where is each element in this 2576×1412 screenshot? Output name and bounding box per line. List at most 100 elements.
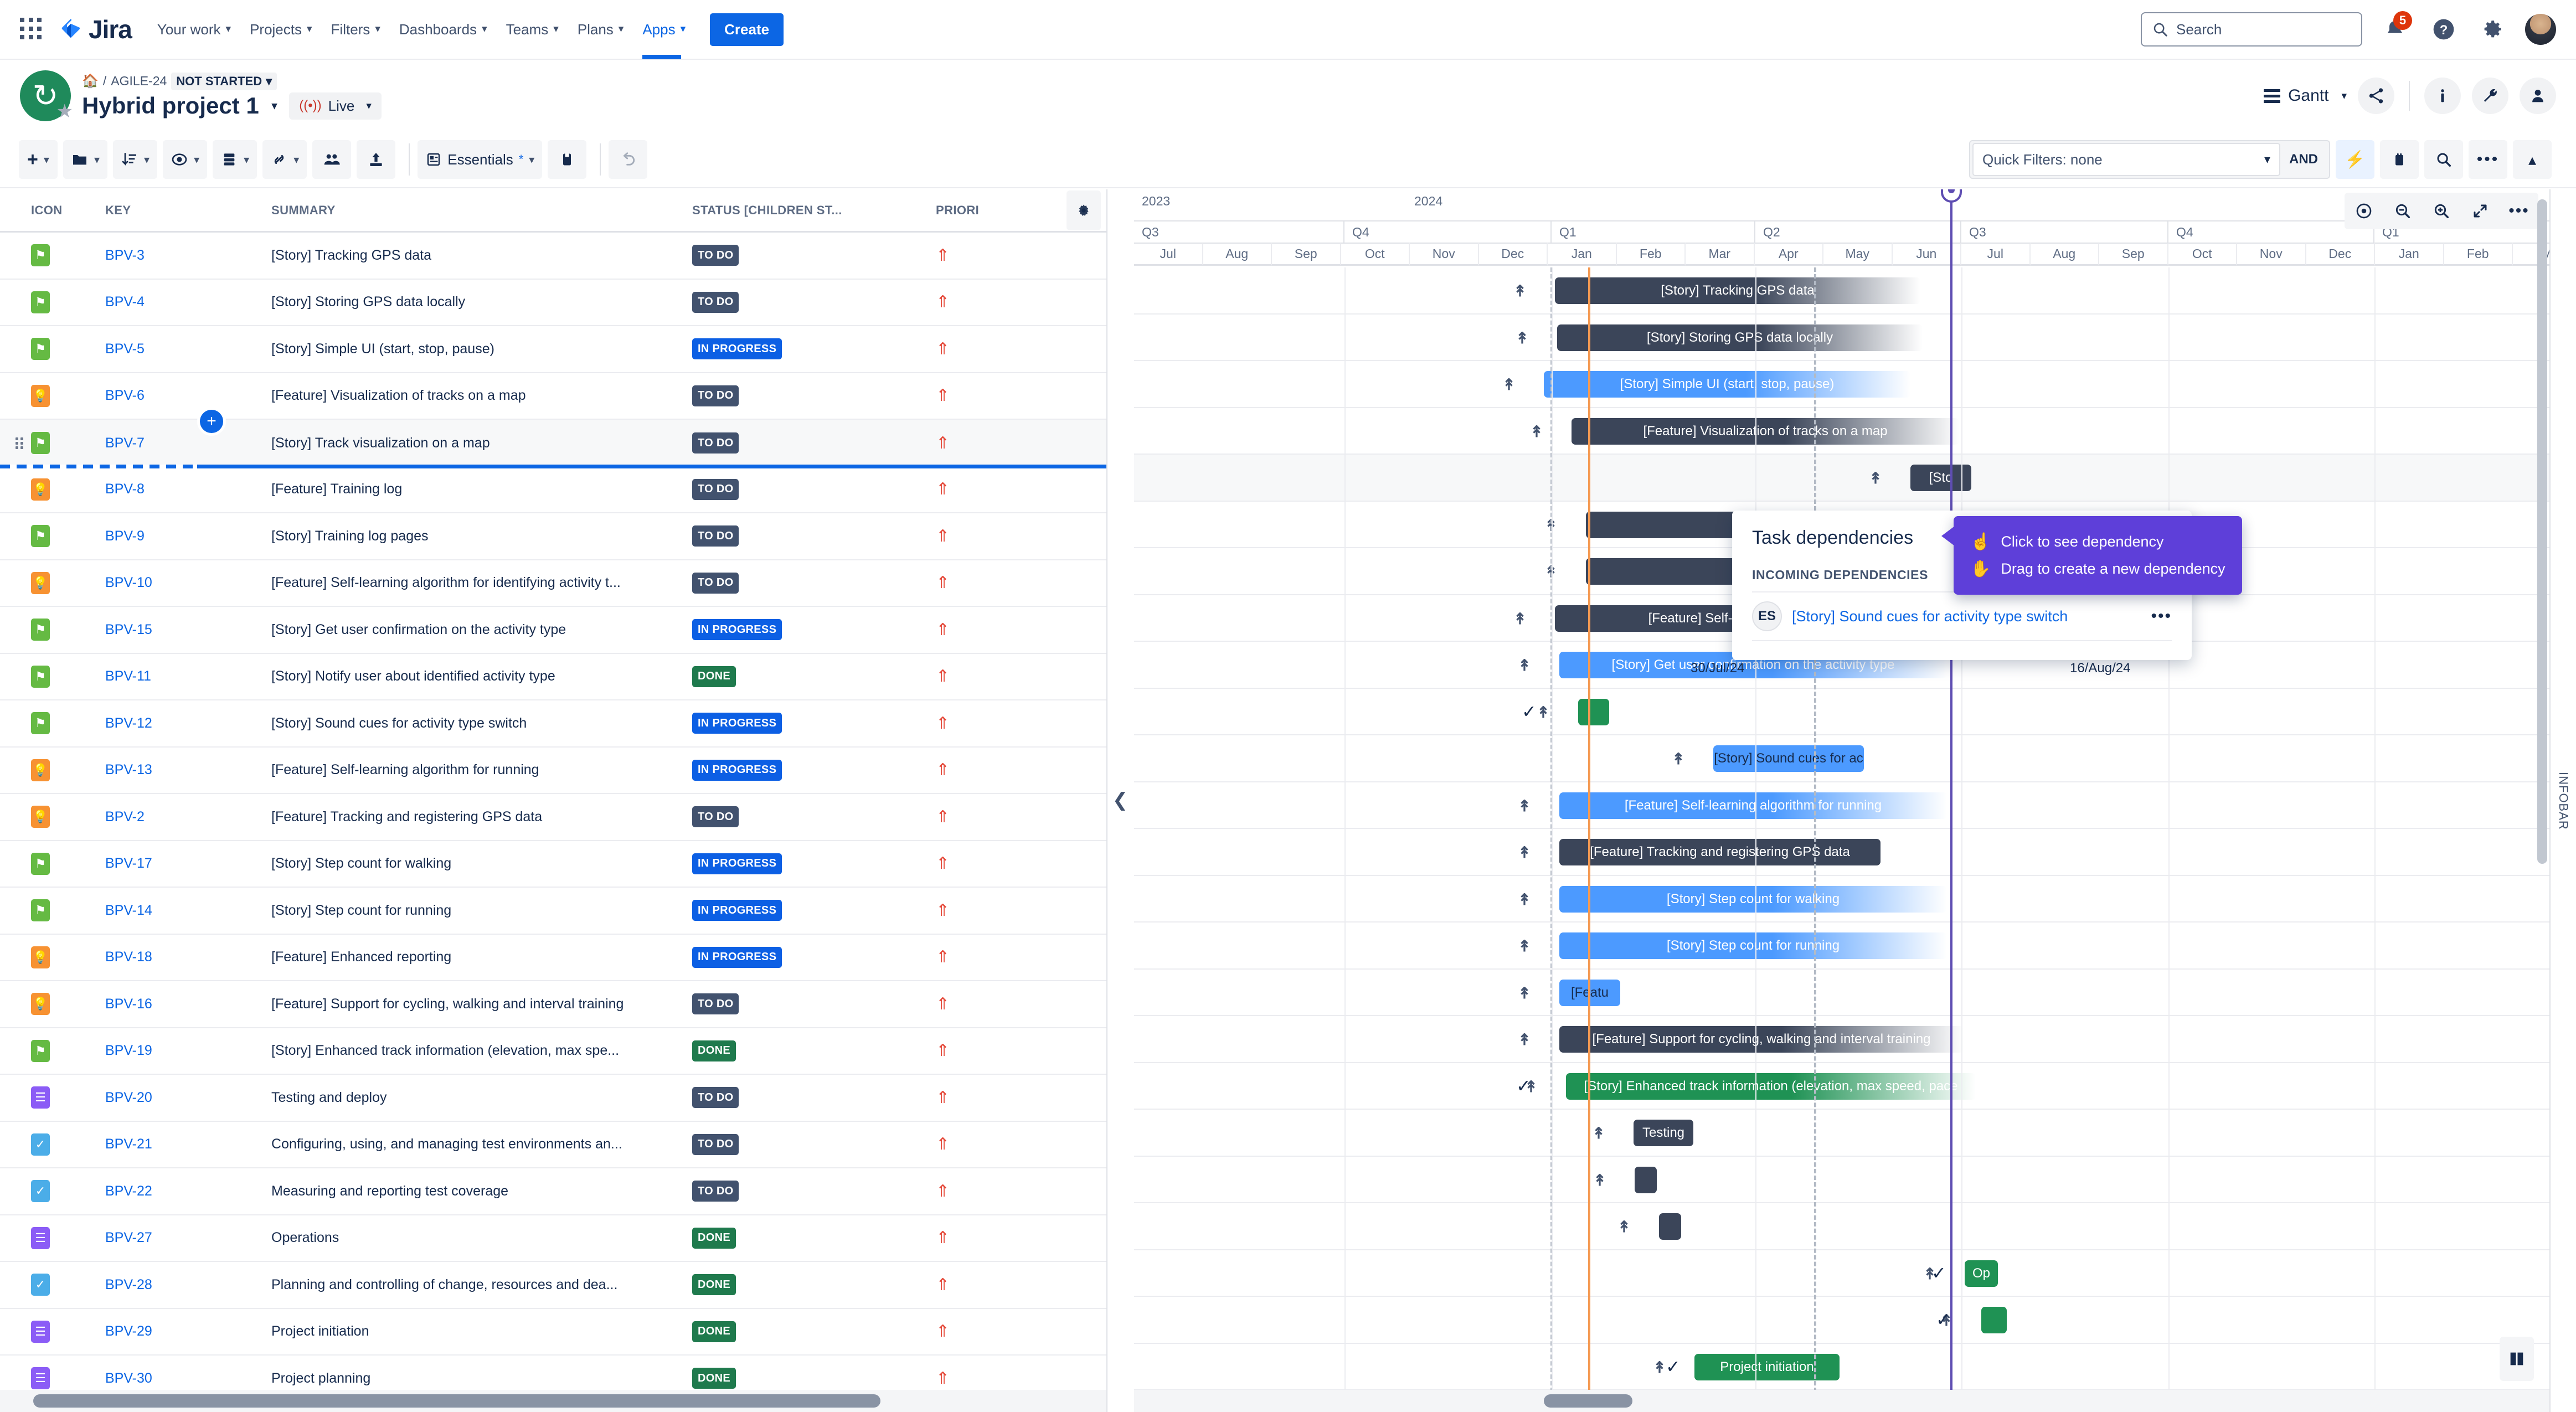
team-button[interactable] bbox=[312, 140, 352, 179]
table-row[interactable]: 💡 BPV-8 [Feature] Training log TO DO ⇑ bbox=[0, 467, 1106, 513]
link-button[interactable]: ▾ bbox=[262, 140, 307, 179]
issue-key-link[interactable]: BPV-7 bbox=[105, 435, 271, 451]
table-row[interactable]: ⚑ BPV-14 [Story] Step count for running IN … bbox=[0, 888, 1106, 935]
global-search-input[interactable]: Search bbox=[2141, 12, 2362, 47]
project-title-dropdown[interactable]: Hybrid project 1 ▾ bbox=[82, 92, 277, 119]
configure-button[interactable] bbox=[2472, 78, 2508, 114]
zoom-out-button[interactable] bbox=[2383, 193, 2422, 229]
table-row[interactable]: ⚑ BPV-17 [Story] Step count for walking IN … bbox=[0, 841, 1106, 888]
jira-home-logo[interactable]: Jira bbox=[59, 14, 132, 44]
table-row[interactable]: 💡 BPV-10 [Feature] Self-learning algorithm… bbox=[0, 560, 1106, 607]
nav-filters[interactable]: Filters ▾ bbox=[331, 0, 380, 59]
home-icon[interactable]: 🏠 bbox=[82, 73, 99, 89]
dependency-list-item[interactable]: ES [Story] Sound cues for activity type … bbox=[1752, 591, 2172, 641]
issue-key-link[interactable]: BPV-5 bbox=[105, 341, 271, 357]
table-row[interactable]: ⚑ BPV-15 [Story] Get user confirmation on … bbox=[0, 607, 1106, 654]
issue-key-link[interactable]: BPV-18 bbox=[105, 949, 271, 965]
dependency-issue-link[interactable]: [Story] Sound cues for activity type swi… bbox=[1792, 608, 2068, 625]
nav-projects[interactable]: Projects ▾ bbox=[250, 0, 312, 59]
issue-key-link[interactable]: BPV-15 bbox=[105, 622, 271, 638]
table-row[interactable]: ⚑ BPV-19 [Story] Enhanced track informatio… bbox=[0, 1028, 1106, 1075]
zoom-in-button[interactable] bbox=[2422, 193, 2461, 229]
table-row[interactable]: ✓ BPV-28 Planning and controlling of chang… bbox=[0, 1262, 1106, 1309]
gantt-bar[interactable] bbox=[1635, 1166, 1657, 1193]
create-button[interactable]: Create bbox=[710, 13, 784, 46]
table-row[interactable]: ⚑ BPV-3 [Story] Tracking GPS data TO DO ⇑ bbox=[0, 233, 1106, 280]
quick-filters-dropdown[interactable]: Quick Filters: none ▾ bbox=[1972, 143, 2280, 176]
table-row[interactable]: ⚑ BPV-7 [Story] Track visualization on a m… bbox=[0, 407, 1106, 468]
issue-key-link[interactable]: BPV-12 bbox=[105, 715, 271, 731]
export-button[interactable] bbox=[357, 140, 396, 179]
table-row[interactable]: 💡 BPV-18 [Feature] Enhanced reporting IN PR… bbox=[0, 935, 1106, 981]
people-button[interactable] bbox=[2520, 78, 2556, 114]
share-button[interactable] bbox=[2358, 78, 2394, 114]
gantt-bar[interactable]: [Story] Simple UI (start, stop, pause) bbox=[1544, 371, 1910, 398]
dependency-more-icon[interactable]: ••• bbox=[2151, 607, 2172, 626]
gantt-horizontal-scrollbar[interactable] bbox=[1134, 1390, 2549, 1412]
nav-your-work[interactable]: Your work ▾ bbox=[157, 0, 231, 59]
issue-key-link[interactable]: BPV-10 bbox=[105, 575, 271, 591]
gantt-bar[interactable]: [Story] Step count for walking bbox=[1559, 885, 1947, 913]
gantt-bar[interactable]: [Story] Enhanced track information (elev… bbox=[1566, 1073, 1976, 1100]
table-row[interactable]: 💡 BPV-6 [Feature] Visualization of tracks … bbox=[0, 373, 1106, 420]
infobar-rail[interactable]: INFOBAR bbox=[2549, 189, 2576, 1412]
issue-key-link[interactable]: BPV-27 bbox=[105, 1230, 271, 1246]
gantt-bar[interactable] bbox=[1578, 698, 1609, 725]
gantt-vertical-scrollbar[interactable] bbox=[2537, 199, 2547, 864]
search-issues-button[interactable] bbox=[2424, 140, 2463, 179]
table-row[interactable]: ⚑ BPV-4 [Story] Storing GPS data locally TO… bbox=[0, 280, 1106, 326]
table-row[interactable]: ☰ BPV-29 Project initiation DONE ⇑ bbox=[0, 1309, 1106, 1356]
gantt-bar[interactable]: [Story] Tracking GPS data bbox=[1555, 277, 1920, 304]
help-button[interactable]: ? bbox=[2428, 13, 2460, 45]
issue-key-link[interactable]: BPV-20 bbox=[105, 1090, 271, 1106]
issue-key-link[interactable]: BPV-14 bbox=[105, 903, 271, 919]
drag-handle-icon[interactable] bbox=[16, 437, 23, 449]
issue-key-link[interactable]: BPV-9 bbox=[105, 528, 271, 544]
legend-book-button[interactable] bbox=[2500, 1337, 2534, 1381]
project-status-dropdown[interactable]: NOT STARTED ▾ bbox=[171, 72, 277, 90]
save-button[interactable] bbox=[548, 140, 587, 179]
table-row[interactable]: 💡 BPV-16 [Feature] Support for cycling, wa… bbox=[0, 981, 1106, 1028]
add-item-button[interactable]: + ▾ bbox=[19, 140, 58, 179]
issue-key-link[interactable]: BPV-2 bbox=[105, 809, 271, 825]
essentials-dropdown[interactable]: Essentials * ▾ bbox=[418, 140, 543, 179]
issue-key-link[interactable]: BPV-29 bbox=[105, 1323, 271, 1339]
gantt-bar[interactable]: Op bbox=[1965, 1260, 1998, 1287]
gantt-bar[interactable]: [Feature] Support for cycling, walking a… bbox=[1559, 1026, 1964, 1053]
issue-key-link[interactable]: BPV-4 bbox=[105, 294, 271, 310]
table-row[interactable]: ✓ BPV-21 Configuring, using, and managing … bbox=[0, 1122, 1106, 1168]
gantt-bar[interactable]: [Feature] Self-learning algorithm for ru… bbox=[1559, 792, 1947, 819]
focus-today-button[interactable] bbox=[2345, 193, 2383, 229]
nav-dashboards[interactable]: Dashboards ▾ bbox=[399, 0, 487, 59]
nav-plans[interactable]: Plans ▾ bbox=[578, 0, 624, 59]
issue-key-link[interactable]: BPV-21 bbox=[105, 1136, 271, 1152]
settings-button[interactable] bbox=[2476, 13, 2508, 45]
issue-key-link[interactable]: BPV-3 bbox=[105, 248, 271, 264]
more-options-button[interactable]: ••• bbox=[2469, 140, 2507, 179]
favorite-star-icon[interactable]: ★ bbox=[56, 100, 73, 122]
gantt-bar[interactable]: [Feature] Tracking and registering GPS d… bbox=[1559, 839, 1881, 865]
table-row[interactable]: ⚑ BPV-5 [Story] Simple UI (start, stop, pa… bbox=[0, 326, 1106, 373]
issue-key-link[interactable]: BPV-11 bbox=[105, 668, 271, 684]
gantt-bar[interactable] bbox=[1981, 1307, 2007, 1333]
gantt-bar[interactable]: Project initiation bbox=[1694, 1353, 1840, 1380]
columns-button[interactable]: ▾ bbox=[213, 140, 257, 179]
view-switcher-gantt[interactable]: Gantt ▾ bbox=[2264, 86, 2347, 105]
grid-scrollbar-thumb[interactable] bbox=[33, 1394, 880, 1408]
gantt-bar[interactable]: Testing bbox=[1634, 1120, 1693, 1146]
table-row[interactable]: ⚑ BPV-11 [Story] Notify user about identif… bbox=[0, 654, 1106, 700]
collapse-toolbar-button[interactable]: ▴ bbox=[2513, 140, 2552, 179]
nav-teams[interactable]: Teams ▾ bbox=[506, 0, 559, 59]
gantt-bar[interactable] bbox=[1659, 1213, 1681, 1240]
column-header-summary[interactable]: SUMMARY bbox=[271, 203, 692, 218]
quick-action-button[interactable]: ⚡ bbox=[2336, 140, 2374, 179]
column-header-key[interactable]: KEY bbox=[105, 203, 271, 218]
notifications-button[interactable]: 5 bbox=[2379, 11, 2412, 45]
column-header-status[interactable]: STATUS [CHILDREN ST... bbox=[692, 203, 936, 218]
live-mode-dropdown[interactable]: ((•)) Live ▾ bbox=[289, 92, 382, 120]
undo-button[interactable] bbox=[609, 140, 648, 179]
issue-key-link[interactable]: BPV-30 bbox=[105, 1370, 271, 1387]
gantt-bar[interactable]: [Story] Sound cues for ac bbox=[1713, 745, 1864, 772]
fit-to-screen-button[interactable] bbox=[2461, 193, 2500, 229]
issue-key-link[interactable]: BPV-8 bbox=[105, 481, 271, 497]
